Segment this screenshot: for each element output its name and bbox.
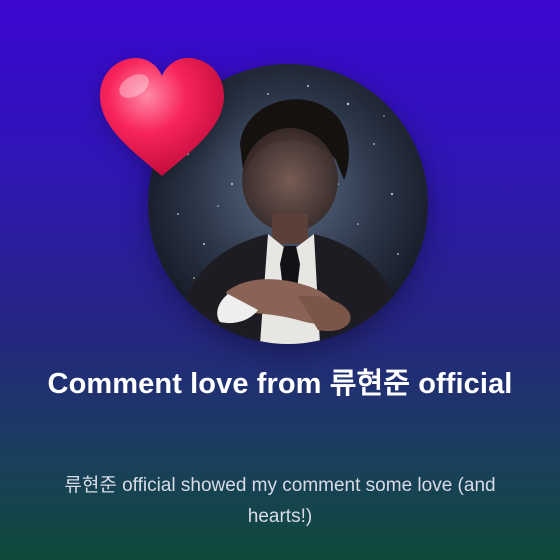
notification-title: Comment love from 류현준 official	[47, 368, 513, 400]
heart-icon	[94, 52, 230, 180]
notification-message: 류현준 official showed my comment some love…	[64, 475, 496, 527]
notification-card: Comment love from 류현준 official 류현준 offic…	[0, 0, 560, 560]
